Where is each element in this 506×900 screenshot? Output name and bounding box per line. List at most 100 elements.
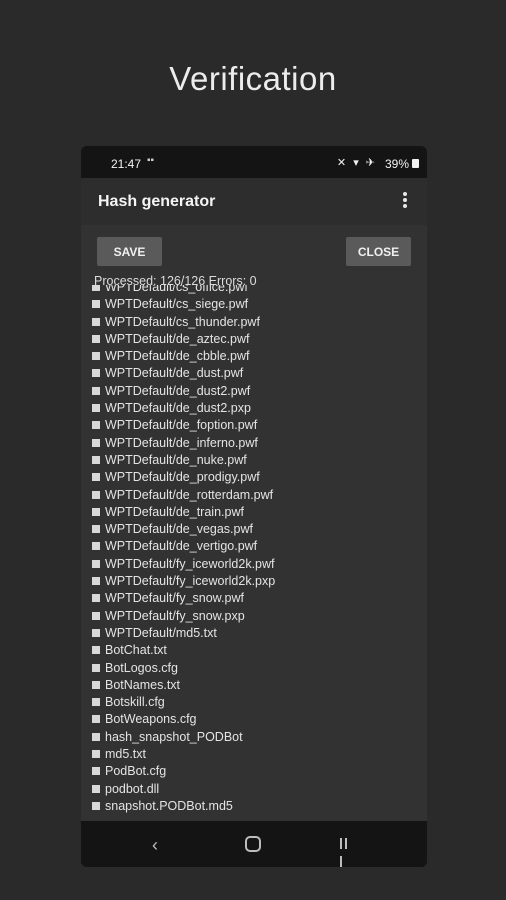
file-name: WPTDefault/de_vegas.pwf [105, 522, 253, 537]
checkbox-icon [92, 594, 100, 603]
navigation-bar: ‹ [81, 821, 427, 867]
file-name: WPTDefault/fy_snow.pwf [105, 591, 244, 606]
file-name: WPTDefault/de_foption.pwf [105, 418, 258, 433]
file-name: WPTDefault/de_inferno.pwf [105, 435, 258, 450]
recents-icon[interactable] [340, 838, 352, 867]
battery-icon [412, 159, 419, 168]
app-title: Hash generator [98, 193, 216, 210]
file-name: snapshot.PODBot.md5 [105, 798, 233, 813]
save-button[interactable]: SAVE [97, 237, 162, 266]
checkbox-icon [92, 698, 100, 707]
checkbox-icon [92, 490, 100, 499]
overflow-menu-icon[interactable] [401, 192, 409, 210]
file-list[interactable]: WPTDefault/cs_office.pwf WPTDefault/cs_si… [92, 285, 412, 817]
list-item: WPTDefault/cs_siege.pwf [92, 296, 412, 313]
checkbox-icon [92, 507, 100, 516]
file-name: Botskill.cfg [105, 695, 165, 710]
list-item: WPTDefault/de_inferno.pwf [92, 435, 412, 452]
file-name: WPTDefault/de_nuke.pwf [105, 452, 247, 467]
list-item: BotWeapons.cfg [92, 711, 412, 728]
checkbox-icon [92, 455, 100, 464]
file-name: WPTDefault/de_dust.pwf [105, 366, 244, 381]
back-icon[interactable]: ‹ [152, 835, 158, 856]
file-name: PodBot.cfg [105, 764, 167, 779]
checkbox-icon [92, 525, 100, 534]
checkbox-icon [92, 352, 100, 361]
checkbox-icon [92, 386, 100, 395]
list-item: WPTDefault/cs_thunder.pwf [92, 314, 412, 331]
file-name: WPTDefault/de_dust2.pxp [105, 401, 251, 416]
checkbox-icon [92, 404, 100, 413]
file-name: BotWeapons.cfg [105, 712, 197, 727]
list-item: WPTDefault/de_foption.pwf [92, 417, 412, 434]
file-name: BotLogos.cfg [105, 660, 178, 675]
list-item: Botskill.cfg [92, 694, 412, 711]
checkbox-icon [92, 559, 100, 568]
list-item: WPTDefault/fy_snow.pxp [92, 608, 412, 625]
checkbox-icon [92, 750, 100, 759]
list-item: WPTDefault/de_dust2.pxp [92, 400, 412, 417]
checkbox-icon [92, 628, 100, 637]
file-name: BotNames.txt [105, 677, 181, 692]
file-name: hash_snapshot_PODBot [105, 729, 243, 744]
connectivity-icons: ✕ ▾ ✈ [336, 157, 377, 169]
status-bar: 21:47 ▪▪ ✕ ▾ ✈ 39% [81, 146, 427, 178]
checkbox-icon [92, 300, 100, 309]
main-content: SAVE CLOSE WPTDefault/cs_office.pwf WPTDe… [81, 225, 427, 821]
file-name: md5.txt [105, 747, 146, 762]
checkbox-icon [92, 767, 100, 776]
file-name: WPTDefault/de_dust2.pwf [105, 383, 251, 398]
checkbox-icon [92, 334, 100, 343]
file-name: WPTDefault/de_vertigo.pwf [105, 539, 258, 554]
list-item: WPTDefault/de_rotterdam.pwf [92, 487, 412, 504]
list-item: WPTDefault/de_cbble.pwf [92, 348, 412, 365]
list-item: WPTDefault/fy_iceworld2k.pwf [92, 556, 412, 573]
checkbox-icon [92, 542, 100, 551]
promo-title: Verification [169, 60, 337, 97]
checkbox-icon [92, 663, 100, 672]
file-name: WPTDefault/cs_thunder.pwf [105, 314, 260, 329]
file-name: WPTDefault/de_prodigy.pwf [105, 470, 260, 485]
checkbox-icon [92, 421, 100, 430]
list-item: WPTDefault/de_nuke.pwf [92, 452, 412, 469]
list-item: BotChat.txt [92, 642, 412, 659]
checkbox-icon [92, 646, 100, 655]
processed-summary: Processed: 126/126 Errors: 0 [94, 274, 257, 288]
file-name: BotChat.txt [105, 643, 167, 658]
list-item: podbot.dll [92, 781, 412, 798]
app-bar: Hash generator [81, 178, 427, 225]
file-name: WPTDefault/fy_iceworld2k.pwf [105, 556, 275, 571]
list-item: BotLogos.cfg [92, 660, 412, 677]
list-item: BotNames.txt [92, 677, 412, 694]
file-name: podbot.dll [105, 781, 160, 796]
list-item: WPTDefault/de_vertigo.pwf [92, 538, 412, 555]
checkbox-icon [92, 732, 100, 741]
phone-frame: 21:47 ▪▪ ✕ ▾ ✈ 39% Hash generator SAVE C… [81, 146, 427, 867]
checkbox-icon [92, 577, 100, 586]
list-item: WPTDefault/de_dust2.pwf [92, 383, 412, 400]
file-name: WPTDefault/de_aztec.pwf [105, 331, 250, 346]
checkbox-icon [92, 611, 100, 620]
checkbox-icon [92, 317, 100, 326]
close-button[interactable]: CLOSE [346, 237, 411, 266]
checkbox-icon [92, 369, 100, 378]
list-item: WPTDefault/de_vegas.pwf [92, 521, 412, 538]
checkbox-icon [92, 438, 100, 447]
list-item: WPTDefault/md5.txt [92, 625, 412, 642]
checkbox-icon [92, 784, 100, 793]
list-item: hash_snapshot_PODBot [92, 729, 412, 746]
checkbox-icon [92, 680, 100, 689]
list-item: WPTDefault/de_train.pwf [92, 504, 412, 521]
list-item: WPTDefault/de_aztec.pwf [92, 331, 412, 348]
battery-percent: 39% [384, 157, 409, 171]
file-name: WPTDefault/cs_siege.pwf [105, 297, 249, 312]
list-item: snapshot.PODBot.md5 [92, 798, 412, 815]
file-name: WPTDefault/fy_snow.pxp [105, 608, 245, 623]
list-item: WPTDefault/fy_snow.pwf [92, 590, 412, 607]
file-name: WPTDefault/de_train.pwf [105, 504, 244, 519]
home-icon[interactable] [245, 836, 261, 852]
notification-icons: ▪▪ [147, 155, 155, 166]
list-item: md5.txt [92, 746, 412, 763]
list-item: PodBot.cfg [92, 763, 412, 780]
checkbox-icon [92, 801, 100, 810]
